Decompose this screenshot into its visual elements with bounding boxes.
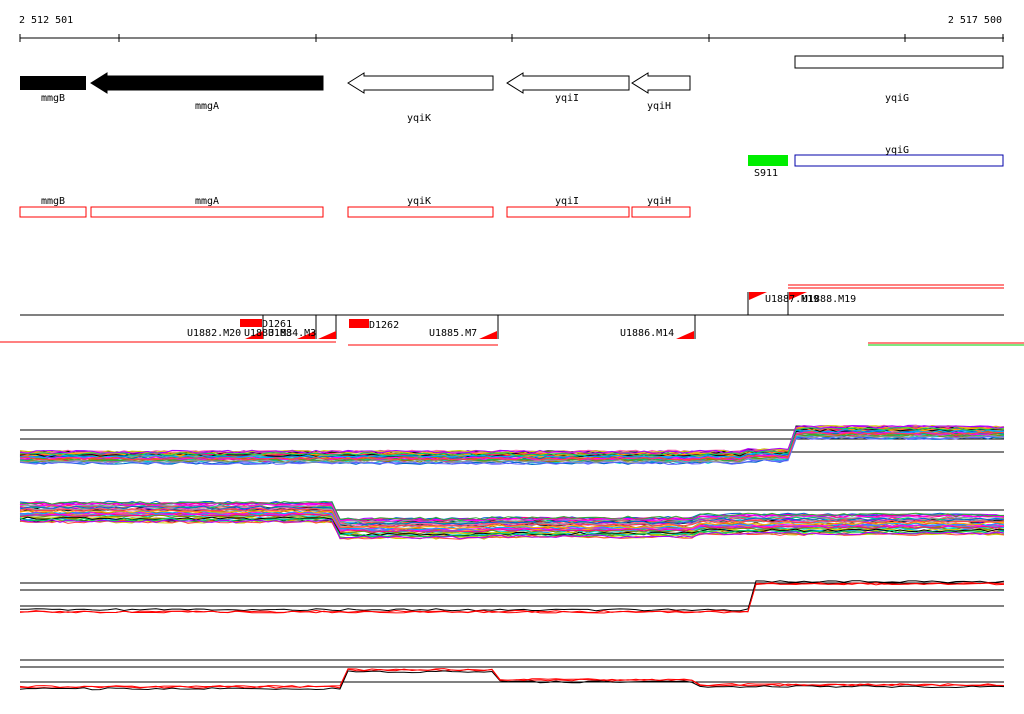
expression-panel-4 (19, 659, 1005, 691)
gene-yqiK[interactable] (347, 72, 494, 94)
gene-yqiI[interactable] (506, 72, 630, 94)
ruler-start-label: 2 512 501 (19, 15, 73, 26)
expression-panel-1 (19, 424, 1005, 466)
red-gene-mmgA[interactable] (90, 206, 324, 218)
profile-line (19, 668, 1005, 689)
gene-mmgA-label: mmgA (195, 101, 219, 112)
transcript-label-u1882: U1882.M20 (187, 328, 241, 339)
transcript-end-marker (318, 331, 336, 339)
red-gene-mmgB[interactable] (19, 206, 87, 218)
gene-track-annotation: mmgB mmgA yqiK yqiI yqiH yqiG (20, 55, 1004, 124)
gene-yqiH[interactable] (631, 72, 691, 94)
gene-yqiG-blue[interactable] (794, 154, 1004, 167)
tile-d1262-label: D1262 (369, 320, 399, 331)
gene-mmgB[interactable] (20, 76, 86, 90)
transcript-track: D1261 D1262 U1882.M20 U1883.M3 U1884.M3 … (0, 284, 1024, 346)
panel-3-profiles (19, 580, 1005, 614)
red-gene-yqiI-label: yqiI (555, 196, 579, 207)
red-gene-yqiK[interactable] (347, 206, 494, 218)
feature-track-s911: S911 yqiG (748, 145, 1004, 179)
gene-yqiI-label: yqiI (555, 93, 579, 104)
gene-yqiH-label: yqiH (647, 101, 671, 112)
transcript-label-u1885: U1885.M7 (429, 328, 477, 339)
red-gene-mmgA-label: mmgA (195, 196, 219, 207)
panel-4-profiles (19, 668, 1005, 691)
red-gene-yqiK-label: yqiK (407, 196, 431, 207)
gene-yqiG[interactable] (794, 55, 1004, 69)
red-gene-yqiI[interactable] (506, 206, 630, 218)
panel-2-profiles (19, 500, 1005, 540)
gene-mmgB-label: mmgB (41, 93, 65, 104)
transcript-end-marker (479, 331, 497, 339)
feature-s911[interactable] (748, 155, 788, 166)
feature-s911-label: S911 (754, 168, 778, 179)
ruler-end-label: 2 517 500 (948, 15, 1002, 26)
tile-d1262[interactable] (349, 319, 369, 328)
panel-1-profiles (19, 424, 1005, 466)
gene-track-red: mmgB mmgA yqiK yqiI yqiH (19, 196, 691, 218)
gene-yqiK-label: yqiK (407, 113, 431, 124)
transcript-label-u1884: U1884.M3 (268, 328, 316, 339)
profile-line (19, 582, 1005, 614)
red-gene-mmgB-label: mmgB (41, 196, 65, 207)
expression-panel-3 (19, 580, 1005, 614)
transcript-label-u1886: U1886.M14 (620, 328, 674, 339)
gene-yqiG-blue-label: yqiG (885, 145, 909, 156)
coordinate-ruler: 2 512 501 2 517 500 (19, 15, 1004, 42)
gene-mmgA[interactable] (90, 72, 324, 94)
red-gene-yqiH[interactable] (631, 206, 691, 218)
profile-line (19, 582, 1005, 614)
red-gene-yqiH-label: yqiH (647, 196, 671, 207)
transcript-end-marker (676, 331, 694, 339)
gene-yqiG-label: yqiG (885, 93, 909, 104)
expression-panel-2 (19, 500, 1005, 540)
tile-d1261[interactable] (240, 319, 262, 327)
genome-browser-view: 2 512 501 2 517 500 mmgB mmgA yqiK yqiI … (0, 15, 1024, 691)
transcript-label-u1888: U1888.M19 (802, 294, 856, 305)
